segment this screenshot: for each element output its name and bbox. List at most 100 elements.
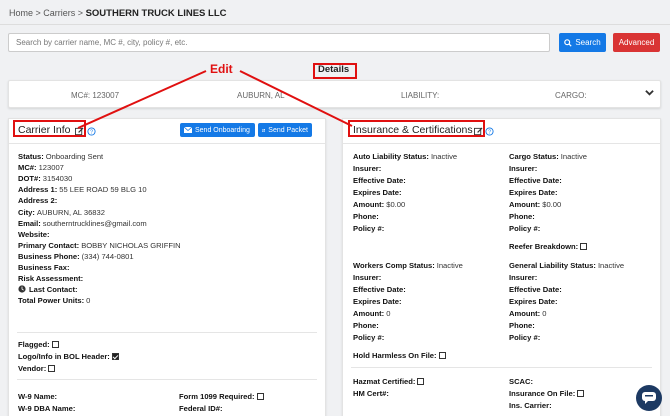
flagged-checkbox[interactable] — [51, 341, 59, 348]
vendor-field: Vendor: — [18, 364, 56, 374]
carrier-field-label: Address 1: — [18, 185, 58, 195]
breadcrumb-separator: > — [33, 8, 44, 18]
insurance-field-value: $0.00 — [386, 200, 406, 209]
ins-on-file-label: Insurance On File: — [509, 389, 576, 398]
divider — [17, 332, 317, 333]
carrier-field-value: BOBBY NICHOLAS GRIFFIN — [81, 240, 181, 250]
insurance-workers-field: Phone: — [353, 321, 379, 331]
hold-harmless-checkbox[interactable] — [438, 352, 446, 359]
carrier-field: Business Fax: — [18, 263, 72, 273]
chat-button[interactable] — [636, 385, 662, 411]
search-input[interactable]: Search by carrier name, MC #, city, poli… — [8, 33, 550, 52]
send-packet-button[interactable]: Send Packet — [258, 123, 312, 137]
insurance-workers-field: Insurer: — [353, 273, 381, 283]
insurance-field-label: Expires Date: — [353, 188, 402, 197]
insurance-field-label: Policy #: — [353, 224, 385, 233]
chat-icon — [642, 392, 656, 404]
insurance-field-value: Inactive — [597, 261, 625, 270]
carrier-field-label: Address 2: — [18, 196, 58, 206]
svg-text:?: ? — [90, 130, 93, 136]
insurance-auto-field: Phone: — [353, 212, 379, 222]
help-icon[interactable]: ? — [485, 127, 494, 136]
carrier-field: Risk Assessment: — [18, 274, 85, 284]
carrier-field-value: 0 — [86, 296, 91, 306]
insurance-field-label: Phone: — [509, 212, 535, 221]
insurance-auto-field: Auto Liability Status: Inactive — [353, 152, 457, 162]
insurance-field-label: Amount: — [353, 309, 385, 318]
carrier-field: Total Power Units: 0 — [18, 296, 90, 306]
breadcrumb-carriers[interactable]: Carriers — [43, 8, 75, 18]
carrier-summary-bar[interactable]: MC#: 123007 AUBURN, AL LIABILITY: CARGO: — [8, 80, 661, 108]
insurance-field-label: Insurer: — [353, 164, 382, 173]
clock-icon — [18, 285, 26, 293]
form1099-checkbox[interactable] — [256, 393, 264, 400]
hm-cert-field: HM Cert#: — [353, 389, 389, 399]
insurance-field-label: Cargo Status: — [509, 152, 559, 161]
insurance-field-value: Inactive — [436, 261, 463, 270]
vendor-checkbox[interactable] — [48, 365, 56, 372]
carrier-field-label: City: — [18, 207, 35, 217]
form1099-label: Form 1099 Required: — [179, 392, 255, 401]
carrier-field-label: Business Phone: — [18, 251, 80, 261]
insurance-field-label: Effective Date: — [509, 285, 562, 294]
insurance-field-label: Policy #: — [353, 333, 385, 342]
insurance-field-label: Amount: — [509, 200, 541, 209]
insurance-general-field: Effective Date: — [509, 285, 562, 295]
insurance-auto-field: Effective Date: — [353, 176, 406, 186]
hold-harmless-label: Hold Harmless On File: — [353, 351, 437, 360]
chevron-down-icon[interactable] — [645, 88, 654, 97]
send-onboarding-button[interactable]: Send Onboarding — [180, 123, 255, 137]
insurance-field-label: Expires Date: — [509, 188, 558, 197]
insurance-field-label: Amount: — [353, 200, 385, 209]
carrier-field-value: Onboarding Sent — [45, 152, 104, 161]
carrier-field: Address 1: 55 LEE ROAD 59 BLG 10 — [18, 185, 147, 195]
ins-on-file-field: Insurance On File: — [509, 389, 585, 399]
w9-name-label: W-9 Name: — [18, 392, 58, 401]
insurance-workers-field: Effective Date: — [353, 285, 406, 295]
breadcrumb-home[interactable]: Home — [9, 8, 33, 18]
carrier-field-value: 3154030 — [42, 174, 73, 184]
hold-harmless-field: Hold Harmless On File: — [353, 351, 446, 361]
carrier-field-value: 55 LEE ROAD 59 BLG 10 — [59, 185, 147, 195]
insurance-field-label: Auto Liability Status: — [353, 152, 429, 161]
insurance-field-label: Expires Date: — [353, 297, 402, 306]
insurance-field-label: Expires Date: — [509, 297, 558, 306]
reefer-field: Reefer Breakdown: — [509, 242, 588, 252]
insurance-field-value: 0 — [386, 309, 391, 318]
insurance-field-label: Policy #: — [509, 333, 541, 342]
insurance-field-value: Inactive — [430, 152, 458, 161]
carrier-field: Website: — [18, 230, 52, 240]
carrier-field: Address 2: — [18, 196, 59, 206]
breadcrumb-current: SOUTHERN TRUCK LINES LLC — [85, 8, 227, 19]
summary-cargo: CARGO: — [555, 91, 587, 100]
insurance-field-label: Phone: — [509, 321, 535, 330]
search-button[interactable]: Search — [559, 33, 606, 52]
vendor-label: Vendor: — [18, 364, 47, 373]
help-icon[interactable]: ? — [87, 127, 96, 136]
carrier-field: City: AUBURN, AL 36832 — [18, 208, 105, 218]
svg-text:?: ? — [488, 130, 491, 136]
reefer-checkbox[interactable] — [580, 243, 588, 250]
reefer-label: Reefer Breakdown: — [509, 242, 579, 251]
carrier-field: Business Phone: (334) 744-0801 — [18, 252, 134, 262]
advanced-search-button[interactable]: Advanced — [613, 33, 660, 52]
send-packet-label: Send Packet — [268, 126, 308, 134]
carrier-field: Last Contact: — [18, 285, 80, 295]
ins-on-file-checkbox[interactable] — [577, 390, 585, 397]
logo-bol-label: Logo/Info in BOL Header: — [18, 352, 110, 361]
carrier-field-label: MC#: — [18, 163, 37, 173]
ins-carrier-field: Ins. Carrier: — [509, 401, 552, 411]
insurance-auto-field: Policy #: — [353, 224, 384, 234]
search-button-label: Search — [575, 38, 601, 47]
carrier-field-label: Risk Assessment: — [18, 274, 84, 284]
hazmat-checkbox[interactable] — [417, 378, 425, 385]
insurance-field-label: Insurer: — [353, 273, 382, 282]
carrier-field: DOT#: 3154030 — [18, 174, 72, 184]
hm-cert-label: HM Cert#: — [353, 389, 389, 398]
logo-bol-checkbox[interactable] — [111, 353, 119, 360]
insurance-panel: Insurance & Certifications ? Auto Liabil… — [342, 118, 661, 416]
insurance-cargo-field: Cargo Status: Inactive — [509, 152, 587, 162]
insurance-field-label: Amount: — [509, 309, 541, 318]
federal-id-label: Federal ID#: — [179, 404, 223, 413]
w9-name-field: W-9 Name: — [18, 392, 57, 402]
